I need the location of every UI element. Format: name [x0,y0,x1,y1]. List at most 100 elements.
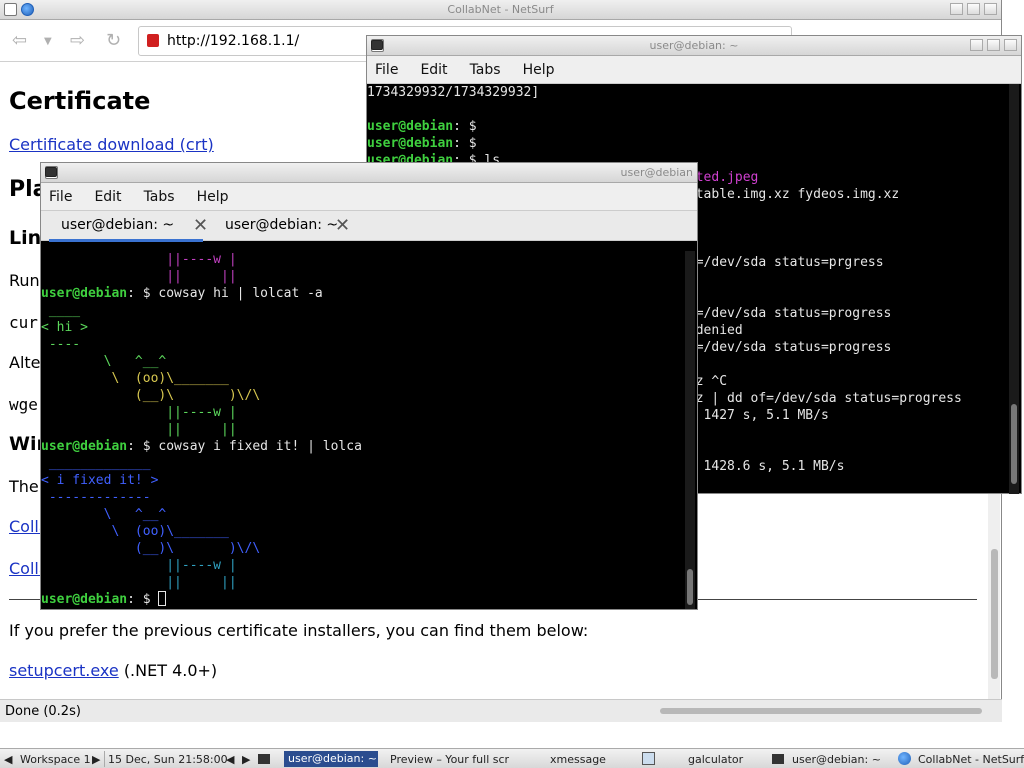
terminal-icon [772,754,784,764]
task-terminal-2[interactable]: user@debian: ~ [792,753,881,766]
output-text: : $ [453,136,477,151]
terminal-line: \ (oo)\_______ [41,523,229,540]
menu-help[interactable]: Help [197,189,229,205]
active-tab-indicator [49,239,203,242]
terminal-scrollbar[interactable] [685,251,695,609]
menu-tabs[interactable]: Tabs [470,62,501,78]
back-icon[interactable]: ⇦ [12,30,27,51]
task-next-icon[interactable]: ▶ [242,753,250,766]
previous-installers-text: If you prefer the previous certificate i… [9,621,589,640]
terminal-line: \ ^__^ [41,506,167,523]
clock: 15 Dec, Sun 21:58:00 [108,753,228,766]
lock-icon [147,34,159,47]
output-text: : $ cowsay i fixed it! | lolca [127,439,362,454]
close-button[interactable] [1004,39,1017,51]
browser-title: CollabNet - NetSurf [447,3,554,16]
url-text[interactable]: http://192.168.1.1/ [167,33,299,49]
terminal-line: (__)\ )\/\ [41,540,260,557]
terminal-line: < hi > [41,319,88,336]
status-text: Done (0.2s) [5,704,81,719]
minimize-button[interactable] [970,39,983,51]
output-text: || || [41,575,237,590]
terminal-title: user@debian: ~ [649,39,739,52]
terminal-line: ||----w | [41,557,236,574]
the-text-partial: The [9,477,39,496]
task-terminal-1[interactable]: user@debian: ~ [284,751,378,767]
reload-icon[interactable]: ↻ [106,30,121,51]
terminal-line: 1734329932/1734329932] [367,84,539,101]
browser-titlebar[interactable]: CollabNet - NetSurf [0,0,1001,20]
task-xmessage[interactable]: xmessage [550,753,606,766]
terminal-line: user@debian: $ [367,118,477,135]
terminal-line: user@debian: $ cowsay hi | lolcat -a [41,285,323,302]
output-text: \ (oo)\_______ [41,371,229,386]
terminal-titlebar[interactable]: user@debian: ~ [367,36,1021,56]
output-text: : $ cowsay hi | lolcat -a [127,286,323,301]
task-netsurf[interactable]: CollabNet - NetSurf [918,753,1024,766]
output-text: ||----w | [41,252,237,267]
setupcert-note: (.NET 4.0+) [123,661,218,680]
terminal-window-tabs: user@debian File Edit Tabs Help user@deb… [40,162,698,610]
terminal-line: < i fixed it! > [41,472,158,489]
terminal-line: || || [41,268,237,285]
scrollbar-thumb[interactable] [991,549,998,679]
terminal-title: user@debian [620,166,694,179]
output-text: _____________ [41,456,151,471]
terminal-scrollbar[interactable] [1009,84,1019,494]
maximize-button[interactable] [967,3,980,15]
setupcert-link[interactable]: setupcert.exe [9,661,119,680]
task-preview[interactable]: Preview – Your full scr [390,753,509,766]
terminal-line: _____________ [41,455,151,472]
output-text: || || [41,422,237,437]
menu-file[interactable]: File [375,62,398,78]
maximize-button[interactable] [987,39,1000,51]
menu-tabs[interactable]: Tabs [144,189,175,205]
calculator-icon [642,752,655,765]
terminal-output[interactable]: ||----w | || || user@debian: $ cowsay hi … [41,251,687,611]
output-text: || || [41,269,237,284]
wget-text-partial: wge [9,395,38,414]
workspace-label[interactable]: Workspace 1 [20,753,91,766]
terminal-menubar: File Edit Tabs Help [367,56,1021,84]
forward-icon[interactable]: ⇨ [70,30,85,51]
output-text: ------------- [41,490,151,505]
tab-2[interactable]: user@debian: ~ ✕ [225,215,350,236]
menu-help[interactable]: Help [523,62,555,78]
output-text: < i fixed it! > [41,473,159,488]
output-text: \ (oo)\_______ [41,524,229,539]
task-galculator[interactable]: galculator [688,753,743,766]
workspace-prev-icon[interactable]: ◀ [4,753,12,766]
terminal-line: (__)\ )\/\ [41,387,260,404]
terminal-titlebar[interactable]: user@debian [41,163,697,183]
close-tab-icon[interactable]: ✕ [335,215,350,236]
output-text: < hi > [41,320,88,335]
horizontal-scrollbar[interactable] [660,708,982,714]
scrollbar-thumb[interactable] [1011,404,1017,484]
terminal-menubar: File Edit Tabs Help [41,183,697,211]
output-text: ---- [41,337,81,352]
terminal-icon [258,754,270,764]
terminal-line: ||----w | [41,404,237,421]
output-text: ||----w | [41,405,237,420]
workspace-next-icon[interactable]: ▶ [92,753,100,766]
output-text: (__)\ )\/\ [41,541,261,556]
history-dropdown-icon[interactable]: ▼ [44,36,52,47]
task-prev-icon[interactable]: ◀ [226,753,234,766]
certificate-download-link[interactable]: Certificate download (crt) [9,135,214,154]
tab-label: user@debian: ~ [61,217,175,233]
close-tab-icon[interactable]: ✕ [193,215,208,236]
text-cursor [158,591,167,606]
scrollbar-thumb[interactable] [687,569,693,605]
tab-1[interactable]: user@debian: ~ ✕ [61,215,208,236]
terminal-line: || || [41,421,237,438]
alt-text-partial: Alte [9,353,41,372]
close-button[interactable] [984,3,997,15]
globe-icon [898,752,911,765]
menu-edit[interactable]: Edit [420,62,447,78]
menu-edit[interactable]: Edit [94,189,121,205]
prompt-text: user@debian [41,439,128,454]
output-text: (__)\ )\/\ [41,388,261,403]
menu-file[interactable]: File [49,189,72,205]
output-text: 1734329932/1734329932] [367,85,540,100]
minimize-button[interactable] [950,3,963,15]
